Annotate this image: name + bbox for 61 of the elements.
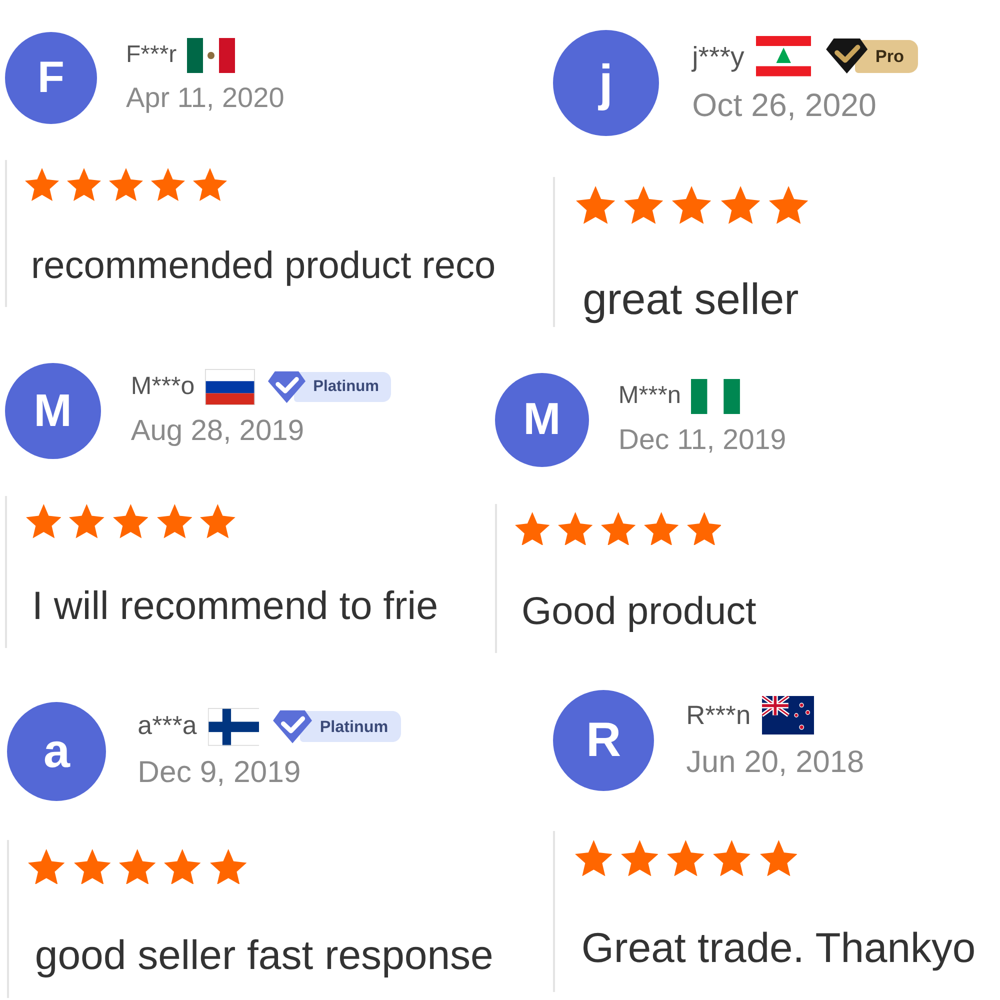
finland-flag-icon	[208, 708, 260, 746]
star-icon	[109, 168, 143, 201]
nigeria-flag-icon	[691, 378, 740, 414]
review-date: Aug 28, 2019	[130, 414, 306, 449]
membership-badge: Pro	[854, 40, 918, 74]
review-date: Jun 20, 2018	[686, 744, 864, 781]
reviewer-name: R***n	[686, 698, 751, 732]
review-date: Apr 11, 2020	[126, 81, 284, 115]
star-icon	[713, 840, 751, 876]
review-text: recommended product reco	[31, 244, 496, 289]
reviewer-name: M***o	[130, 371, 195, 402]
user-avatar: M	[5, 363, 101, 459]
star-icon	[624, 186, 664, 224]
star-icon	[151, 168, 185, 201]
star-icon	[113, 504, 148, 539]
user-avatar: a	[7, 702, 106, 802]
lebanon-flag-icon	[756, 36, 811, 77]
star-icon	[620, 840, 658, 876]
star-icon	[515, 512, 550, 546]
star-icon	[164, 848, 202, 884]
review-text: good seller fast response	[34, 930, 494, 980]
star-icon	[26, 504, 62, 539]
review-text: Great trade. Thankyo	[581, 923, 976, 974]
star-icon	[193, 168, 227, 201]
star-icon	[69, 504, 105, 539]
star-icon	[672, 186, 712, 224]
star-icon	[601, 512, 636, 546]
star-icon	[760, 840, 797, 876]
mexico-flag-icon	[186, 38, 235, 72]
review-text: great seller	[582, 274, 799, 326]
reviewer-name: M***n	[618, 381, 681, 412]
star-icon	[720, 186, 760, 224]
review-date: Oct 26, 2020	[692, 86, 878, 125]
star-icon	[119, 848, 156, 884]
user-avatar: j	[553, 30, 659, 136]
star-icon	[210, 848, 247, 884]
star-icon	[28, 848, 66, 884]
reviewer-name: a***a	[138, 711, 197, 742]
star-icon	[74, 848, 110, 884]
star-icon	[686, 512, 722, 546]
star-icon	[67, 168, 101, 201]
review-text: I will recommend to frie	[32, 583, 438, 630]
review-text: Good product	[521, 589, 756, 636]
new-zealand-flag-icon	[762, 696, 814, 735]
review-date: Dec 11, 2019	[618, 422, 786, 458]
star-icon	[576, 186, 615, 224]
user-avatar: F	[5, 32, 97, 124]
star-icon	[768, 186, 808, 224]
star-icon	[574, 840, 612, 876]
star-icon	[200, 504, 236, 539]
reviewer-name: F***r	[126, 40, 177, 70]
review-date: Dec 9, 2019	[138, 754, 302, 791]
star-icon	[25, 168, 59, 201]
user-avatar: M	[495, 373, 589, 467]
reviewer-name: j***y	[692, 40, 744, 74]
star-icon	[667, 840, 705, 876]
star-icon	[156, 504, 192, 539]
user-avatar: R	[553, 690, 654, 792]
star-icon	[558, 512, 593, 546]
star-icon	[644, 512, 679, 546]
russia-flag-icon	[205, 368, 255, 406]
